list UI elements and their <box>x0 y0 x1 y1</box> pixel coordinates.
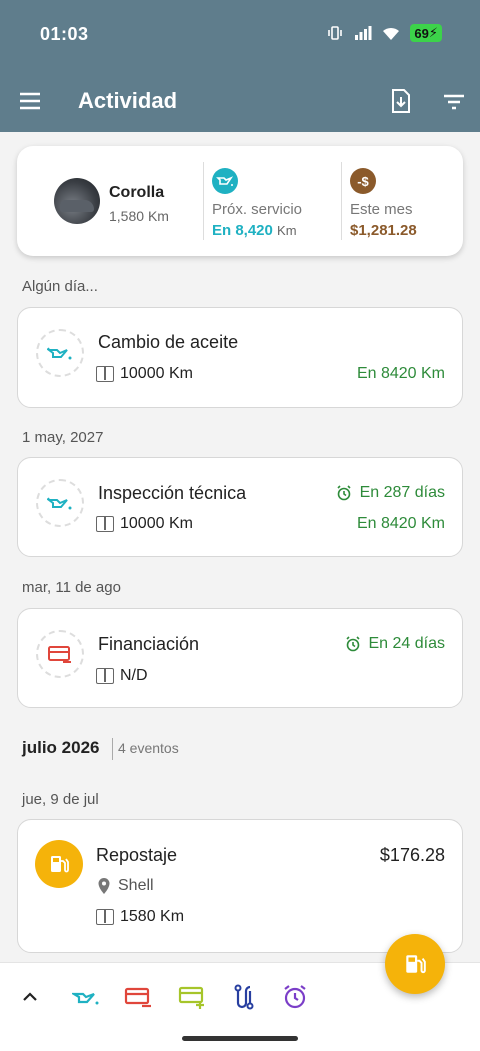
event-km: 10000 Km <box>120 365 193 382</box>
vehicle-odometer: 1,580 Km <box>109 208 169 224</box>
event-due-days: En 24 días <box>345 635 446 653</box>
filter-icon[interactable] <box>442 90 466 114</box>
alarm-icon <box>345 636 360 652</box>
fuel-icon <box>35 840 83 888</box>
battery-indicator: 69 ⚡ <box>410 24 442 42</box>
event-card-oil-change[interactable]: Cambio de aceite 10000 Km En 8420 Km <box>17 307 463 408</box>
signal-icon <box>355 26 372 40</box>
event-odometer: N/D <box>96 667 148 685</box>
location-icon <box>98 878 110 894</box>
section-date: 1 may, 2027 <box>22 429 104 446</box>
event-due-km: En 8420 Km <box>356 515 445 532</box>
chevron-up-icon[interactable] <box>16 983 44 1011</box>
divider <box>341 162 342 240</box>
event-title: Repostaje <box>96 845 178 865</box>
gauge-icon <box>96 516 114 532</box>
event-due-days-text: En 24 días <box>368 635 446 652</box>
battery-level: 69 <box>414 25 429 41</box>
divider <box>203 162 204 240</box>
vibrate-icon <box>328 26 343 40</box>
oil-can-icon[interactable] <box>72 983 100 1011</box>
section-date: jue, 9 de jul <box>22 791 99 808</box>
alarm-icon <box>337 485 351 501</box>
status-bar: 01:03 69 ⚡ <box>0 0 480 70</box>
status-icons: 69 ⚡ <box>326 24 442 42</box>
next-service-km: En 8,420 <box>212 222 273 239</box>
oil-can-icon <box>212 168 238 194</box>
month-event-count: 4 eventos <box>118 740 179 756</box>
alarm-icon[interactable] <box>281 983 309 1011</box>
fuel-icon <box>406 955 426 974</box>
event-km: 10000 Km <box>120 515 193 532</box>
card-icon <box>36 630 84 678</box>
event-due-km: En 8420 Km <box>356 365 445 382</box>
event-title: Financiación <box>98 634 200 654</box>
gauge-icon <box>96 668 114 684</box>
page-title: Actividad <box>78 88 178 113</box>
event-location: Shell <box>96 877 154 895</box>
vehicle-avatar <box>54 178 100 224</box>
oil-can-icon <box>36 329 84 377</box>
event-card-financing[interactable]: Financiación N/D En 24 días <box>17 608 463 708</box>
event-title: Inspección técnica <box>98 483 247 503</box>
vehicle-km-unit: Km <box>147 208 169 224</box>
status-time: 01:03 <box>40 24 89 44</box>
card-icon[interactable] <box>124 983 152 1011</box>
event-card-refuel[interactable]: Repostaje $176.28 Shell 1580 Km <box>17 819 463 953</box>
next-service-unit: Km <box>277 223 297 238</box>
month-label: Este mes <box>350 201 413 218</box>
home-indicator[interactable] <box>182 1036 298 1041</box>
section-date: mar, 11 de ago <box>22 579 121 596</box>
month-value: $1,281.28 <box>350 222 417 239</box>
event-title: Cambio de aceite <box>98 332 239 352</box>
event-amount: $176.28 <box>379 845 445 865</box>
event-odometer: 1580 Km <box>96 908 184 926</box>
event-odometer: 10000 Km <box>96 515 193 533</box>
add-refuel-fab[interactable] <box>385 934 445 994</box>
download-icon[interactable] <box>388 88 414 114</box>
event-km: 1580 Km <box>120 908 185 925</box>
menu-icon[interactable] <box>18 89 42 113</box>
vehicle-summary-card[interactable]: Corolla 1,580 Km Próx. servicio En 8,420… <box>17 146 463 256</box>
next-service-value: En 8,420 Km <box>212 222 297 239</box>
event-place: Shell <box>118 877 154 894</box>
event-due-days-text: En 287 días <box>359 484 445 501</box>
vehicle-km-value: 1,580 <box>109 208 145 224</box>
event-due-days: En 287 días <box>336 484 445 502</box>
section-date: Algún día... <box>22 278 98 295</box>
wifi-icon <box>383 27 400 40</box>
dollar-icon: -$ <box>350 168 376 194</box>
gauge-icon <box>96 366 114 382</box>
app-bar: Actividad <box>0 70 480 132</box>
route-icon[interactable] <box>230 983 258 1011</box>
card-plus-icon[interactable] <box>178 983 206 1011</box>
event-odometer: 10000 Km <box>96 365 193 383</box>
vehicle-name: Corolla <box>109 184 165 201</box>
oil-can-icon <box>36 479 84 527</box>
event-km: N/D <box>120 667 148 684</box>
month-title: julio 2026 <box>22 738 100 757</box>
divider <box>112 738 113 760</box>
charging-icon: ⚡ <box>428 25 438 40</box>
event-card-inspection[interactable]: Inspección técnica 10000 Km En 287 días … <box>17 457 463 557</box>
gauge-icon <box>96 909 114 925</box>
next-service-label: Próx. servicio <box>212 201 303 218</box>
